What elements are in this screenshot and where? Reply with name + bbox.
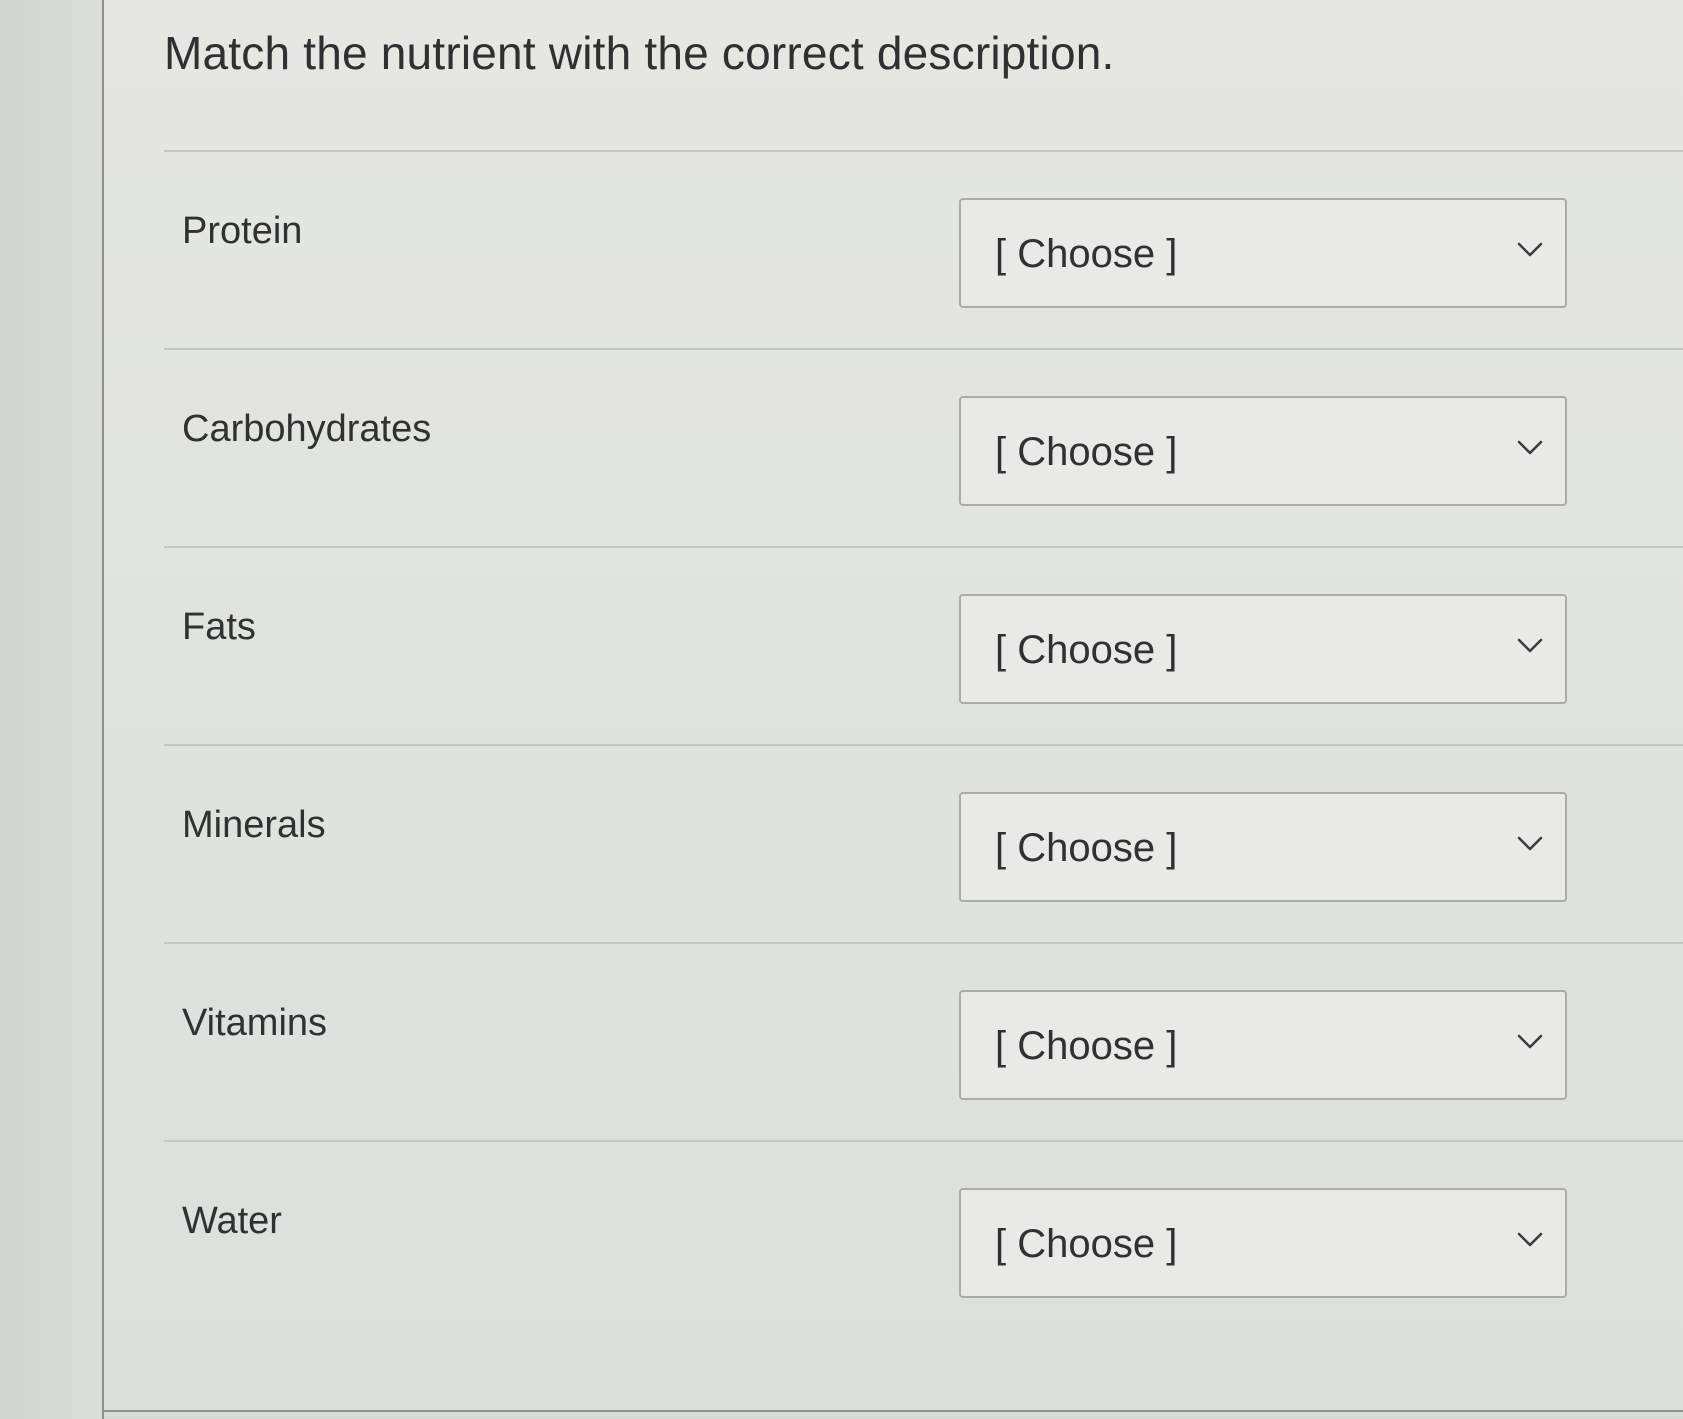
protein-choice-select[interactable]: [ Choose ] (959, 198, 1567, 308)
chevron-down-icon (1517, 1034, 1543, 1049)
question-panel: Match the nutrient with the correct desc… (104, 0, 1683, 1412)
nutrient-label-protein: Protein (182, 210, 303, 252)
match-row-water: Water [ Choose ] (164, 1140, 1683, 1338)
nutrient-label-vitamins: Vitamins (182, 1002, 328, 1044)
nutrient-label-fats: Fats (182, 606, 256, 648)
chevron-down-icon (1517, 242, 1543, 257)
match-row-fats: Fats [ Choose ] (164, 546, 1683, 744)
vitamins-choice-select[interactable]: [ Choose ] (959, 990, 1567, 1100)
vitamins-selected-choice: [ Choose ] (995, 1024, 1178, 1068)
left-gutter (0, 0, 104, 1419)
chevron-down-icon (1517, 836, 1543, 851)
minerals-selected-choice: [ Choose ] (995, 826, 1178, 870)
carbohydrates-selected-choice: [ Choose ] (995, 430, 1178, 474)
match-list: Protein [ Choose ] Carbohydrates [ Choos… (164, 150, 1683, 1338)
minerals-choice-select[interactable]: [ Choose ] (959, 792, 1567, 902)
chevron-down-icon (1517, 1232, 1543, 1247)
water-choice-select[interactable]: [ Choose ] (959, 1188, 1567, 1298)
nutrient-label-minerals: Minerals (182, 804, 326, 846)
question-title: Match the nutrient with the correct desc… (164, 27, 1115, 79)
match-row-carbohydrates: Carbohydrates [ Choose ] (164, 348, 1683, 546)
carbohydrates-choice-select[interactable]: [ Choose ] (959, 396, 1567, 506)
protein-selected-choice: [ Choose ] (995, 232, 1178, 276)
match-row-protein: Protein [ Choose ] (164, 150, 1683, 348)
match-row-minerals: Minerals [ Choose ] (164, 744, 1683, 942)
water-selected-choice: [ Choose ] (995, 1222, 1178, 1266)
nutrient-label-water: Water (182, 1200, 282, 1242)
nutrient-label-carbohydrates: Carbohydrates (182, 408, 432, 450)
chevron-down-icon (1517, 440, 1543, 455)
fats-selected-choice: [ Choose ] (995, 628, 1178, 672)
chevron-down-icon (1517, 638, 1543, 653)
fats-choice-select[interactable]: [ Choose ] (959, 594, 1567, 704)
match-row-vitamins: Vitamins [ Choose ] (164, 942, 1683, 1140)
